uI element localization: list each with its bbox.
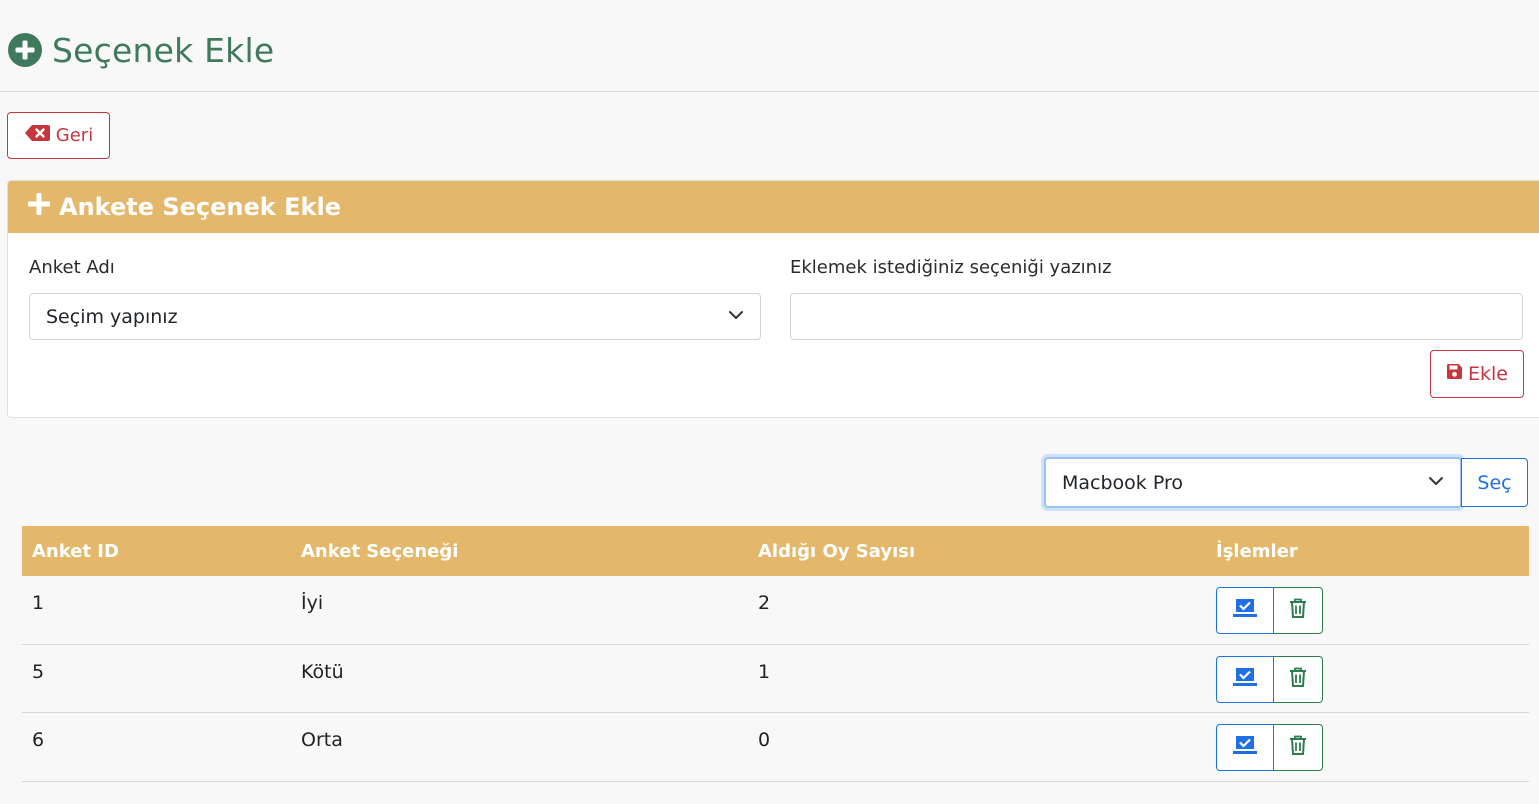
delete-button[interactable] bbox=[1274, 655, 1323, 703]
add-button[interactable]: Ekle bbox=[1430, 350, 1524, 398]
delete-button[interactable] bbox=[1274, 724, 1323, 771]
trash-icon bbox=[1288, 597, 1308, 624]
cell-actions bbox=[1206, 713, 1529, 771]
trash-icon bbox=[1288, 666, 1308, 693]
column-header-actions: İşlemler bbox=[1216, 540, 1298, 562]
row-actions bbox=[1216, 655, 1323, 703]
edit-button[interactable] bbox=[1216, 655, 1274, 703]
save-icon bbox=[1446, 363, 1463, 385]
survey-filter-select[interactable]: Macbook Pro bbox=[1044, 457, 1462, 508]
table-row: 5 Kötü 1 bbox=[22, 645, 1529, 713]
back-button[interactable]: Geri bbox=[7, 112, 110, 159]
backspace-icon bbox=[24, 124, 50, 147]
cell-id: 6 bbox=[32, 729, 45, 751]
survey-filter-value: Macbook Pro bbox=[1062, 471, 1183, 494]
trash-icon bbox=[1288, 734, 1308, 761]
page: Seçenek Ekle Geri Ankete Seçenek Ekle An… bbox=[0, 0, 1539, 804]
cell-option: Orta bbox=[301, 729, 343, 751]
survey-select[interactable]: Seçim yapınız bbox=[29, 293, 761, 340]
cell-votes: 0 bbox=[758, 729, 771, 751]
option-input[interactable] bbox=[790, 293, 1523, 340]
page-title: Seçenek Ekle bbox=[8, 28, 274, 72]
cell-option: Kötü bbox=[301, 660, 344, 683]
table-row: 1 İyi 2 bbox=[22, 576, 1529, 645]
add-option-card: Ankete Seçenek Ekle Anket Adı Seçim yapı… bbox=[7, 180, 1539, 418]
option-input-label: Eklemek istediğiniz seçeniği yazınız bbox=[790, 257, 1112, 278]
plus-icon bbox=[27, 192, 51, 222]
edit-button[interactable] bbox=[1216, 724, 1274, 771]
table-header: Anket ID Anket Seçeneği Aldığı Oy Sayısı… bbox=[22, 526, 1529, 576]
cell-votes: 1 bbox=[758, 660, 771, 683]
cell-id: 5 bbox=[32, 660, 45, 683]
back-button-label: Geri bbox=[55, 125, 94, 146]
card-header: Ankete Seçenek Ekle bbox=[8, 181, 1539, 233]
edit-icon bbox=[1232, 597, 1258, 624]
card-title: Ankete Seçenek Ekle bbox=[59, 193, 341, 221]
row-actions bbox=[1216, 587, 1323, 634]
cell-actions bbox=[1206, 576, 1529, 634]
column-header-votes: Aldığı Oy Sayısı bbox=[758, 540, 916, 562]
chevron-down-icon bbox=[728, 306, 744, 328]
cell-option: İyi bbox=[301, 592, 324, 614]
page-title-text: Seçenek Ekle bbox=[52, 30, 275, 70]
chevron-down-icon bbox=[1428, 472, 1444, 494]
delete-button[interactable] bbox=[1274, 587, 1323, 634]
column-header-option: Anket Seçeneği bbox=[301, 540, 459, 562]
select-button[interactable]: Seç bbox=[1461, 458, 1528, 507]
table-row: 6 Orta 0 bbox=[22, 713, 1529, 782]
cell-id: 1 bbox=[32, 592, 45, 614]
survey-select-value: Seçim yapınız bbox=[46, 305, 178, 328]
row-actions bbox=[1216, 724, 1323, 771]
options-table: Anket ID Anket Seçeneği Aldığı Oy Sayısı… bbox=[22, 526, 1529, 782]
column-header-id: Anket ID bbox=[32, 540, 119, 562]
survey-name-label: Anket Adı bbox=[29, 257, 115, 278]
edit-icon bbox=[1232, 734, 1258, 761]
plus-circle-icon bbox=[8, 33, 42, 67]
cell-votes: 2 bbox=[758, 592, 771, 614]
cell-actions bbox=[1206, 645, 1529, 703]
add-button-label: Ekle bbox=[1468, 363, 1508, 385]
divider bbox=[0, 91, 1539, 92]
edit-icon bbox=[1232, 666, 1258, 693]
edit-button[interactable] bbox=[1216, 587, 1274, 634]
